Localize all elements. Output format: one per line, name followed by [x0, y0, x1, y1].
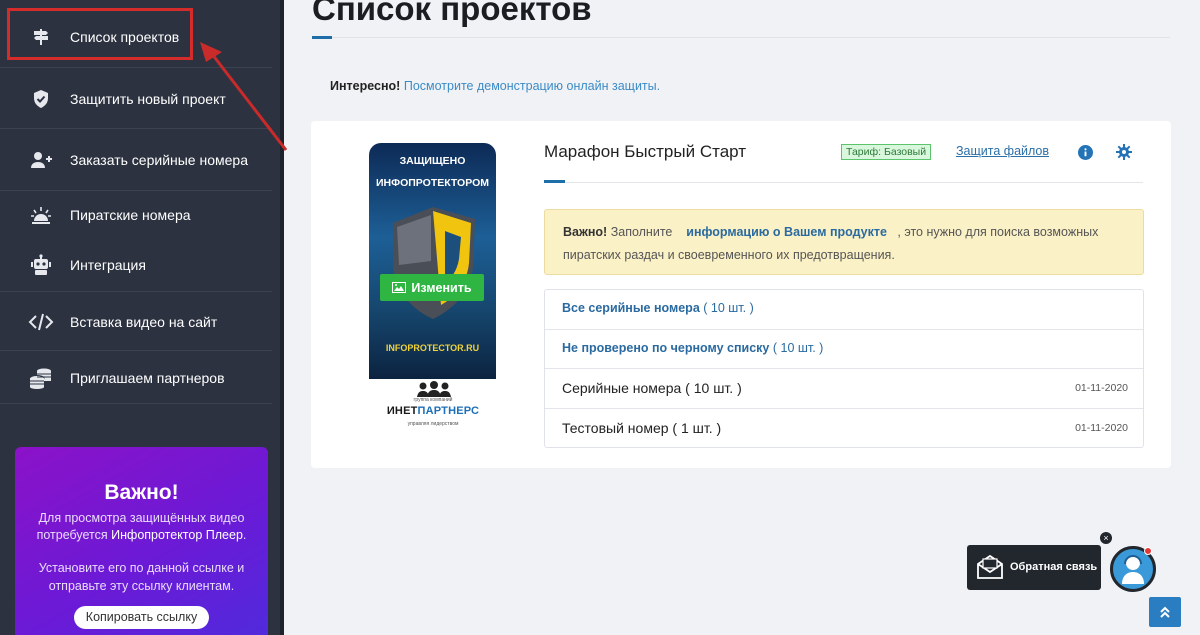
change-cover-button[interactable]: Изменить — [380, 274, 484, 301]
serials-count: ( 10 шт. ) — [772, 341, 824, 355]
serial-batch-label: Тестовый номер ( 1 шт. ) — [562, 420, 722, 436]
serials-all-link[interactable]: Все серийные номера — [562, 301, 700, 315]
coins-icon — [28, 365, 54, 391]
warning-text: Заполните — [610, 225, 673, 239]
scroll-top-button[interactable] — [1149, 597, 1181, 627]
robot-icon — [28, 252, 54, 278]
product-info-link[interactable]: информацию о Вашем продукте — [686, 225, 887, 239]
warning-text: , это нужно для поиска возможных — [897, 225, 1099, 239]
sidebar-item-video-embed[interactable]: Вставка видео на сайт — [0, 307, 272, 337]
pirate-icon — [28, 202, 54, 228]
sidebar-item-partners[interactable]: Приглашаем партнеров — [0, 363, 272, 393]
double-chevron-up-icon — [1160, 606, 1170, 618]
demo-link[interactable]: Посмотрите демонстрацию онлайн защиты. — [404, 79, 660, 93]
serials-count: ( 10 шт. ) — [703, 301, 754, 315]
sidebar-item-label: Вставка видео на сайт — [70, 314, 218, 330]
title-accent — [312, 36, 332, 39]
highlight-box — [7, 8, 193, 60]
warning-label: Важно! — [563, 225, 608, 239]
cover-text: ЗАЩИЩЕНО — [399, 155, 466, 167]
sidebar-item-label: Защитить новый проект — [70, 91, 226, 107]
project-card: ЗАЩИЩЕНО ИНФОПРОТЕКТОРОМ Изменить INFOPR… — [311, 121, 1171, 468]
list-item[interactable]: Серийные номера ( 10 шт. ) 01-11-2020 — [545, 368, 1143, 407]
sidebar-item-label: Пиратские номера — [70, 207, 191, 223]
image-icon — [392, 282, 407, 293]
notification-dot — [1144, 547, 1152, 555]
info-icon[interactable] — [1078, 145, 1093, 160]
feedback-label: Обратная связь — [1010, 561, 1098, 573]
list-item[interactable]: Не проверено по черному списку ( 10 шт. … — [545, 329, 1143, 368]
logo-tagline: группа компаний — [413, 397, 453, 403]
people-icon — [417, 381, 451, 397]
logo-subtitle: управляя лидерством — [407, 421, 459, 427]
copy-link-button[interactable]: Копировать ссылку — [74, 606, 209, 629]
promo-text: Для просмотра защищённых видео потребует… — [36, 511, 247, 542]
promo-title: Важно! — [104, 481, 179, 504]
project-divider — [544, 182, 1143, 183]
user-plus-icon — [28, 147, 54, 173]
divider — [0, 291, 272, 292]
divider — [0, 403, 272, 404]
feedback-widget[interactable]: Обратная связь — [967, 545, 1101, 590]
page-title: Список проектов — [312, 0, 592, 27]
divider — [0, 128, 272, 129]
cover-text: ИНФОПРОТЕКТОРОМ — [375, 177, 490, 189]
gear-icon[interactable] — [1116, 144, 1132, 160]
list-item[interactable]: Все серийные номера ( 10 шт. ) — [545, 290, 1143, 329]
sidebar-item-label: Заказать серийные номера — [70, 152, 248, 168]
file-protection-link[interactable]: Защита файлов — [956, 144, 1049, 158]
envelope-icon — [977, 554, 1003, 579]
serial-batch-date: 01-11-2020 — [1075, 382, 1128, 394]
promo-instructions: Установите его по данной ссылке и отправ… — [38, 561, 245, 593]
promo-card: Важно! Для просмотра защищённых видео по… — [15, 447, 268, 635]
divider — [0, 67, 272, 68]
demo-notice: Интересно! Посмотрите демонстрацию онлай… — [330, 79, 661, 93]
serials-unchecked-link[interactable]: Не проверено по черному списку — [562, 341, 769, 355]
logo-name: ИНЕТПАРТНЕРС — [386, 405, 480, 417]
partner-logo: группа компаний ИНЕТПАРТНЕРС управляя ли… — [377, 381, 489, 433]
project-title[interactable]: Марафон Быстрый Старт — [544, 142, 746, 162]
sidebar: Список проектов Защитить новый проект За… — [0, 0, 284, 635]
sidebar-item-integration[interactable]: Интеграция — [0, 250, 272, 280]
code-icon — [28, 309, 54, 335]
serials-list: Все серийные номера ( 10 шт. ) Не провер… — [544, 289, 1144, 448]
project-cover: ЗАЩИЩЕНО ИНФОПРОТЕКТОРОМ Изменить INFOPR… — [369, 143, 496, 379]
sidebar-item-label: Интеграция — [70, 257, 146, 273]
sidebar-item-protect-new[interactable]: Защитить новый проект — [0, 84, 272, 114]
title-divider — [312, 37, 1170, 38]
warning-alert: Важно! Заполните информацию о Вашем прод… — [544, 209, 1144, 275]
tariff-badge: Тариф: Базовый — [841, 144, 932, 160]
sidebar-item-pirate-numbers[interactable]: Пиратские номера — [0, 200, 272, 230]
project-accent — [544, 180, 565, 183]
shield-emblem-icon — [393, 207, 475, 319]
sidebar-item-label: Приглашаем партнеров — [70, 370, 225, 386]
shield-icon — [28, 86, 54, 112]
operator-icon — [1122, 555, 1144, 584]
cover-brand: INFOPROTECTOR.RU — [385, 343, 480, 353]
warning-text: пиратских раздач и своевременного их пре… — [563, 248, 895, 262]
divider — [0, 350, 272, 351]
feedback-close-button[interactable]: × — [1100, 532, 1112, 544]
serial-batch-label: Серийные номера ( 10 шт. ) — [562, 380, 742, 396]
list-item[interactable]: Тестовый номер ( 1 шт. ) 01-11-2020 — [545, 408, 1143, 447]
serial-batch-date: 01-11-2020 — [1075, 422, 1128, 434]
sidebar-item-order-serials[interactable]: Заказать серийные номера — [0, 145, 272, 175]
divider — [0, 190, 272, 191]
